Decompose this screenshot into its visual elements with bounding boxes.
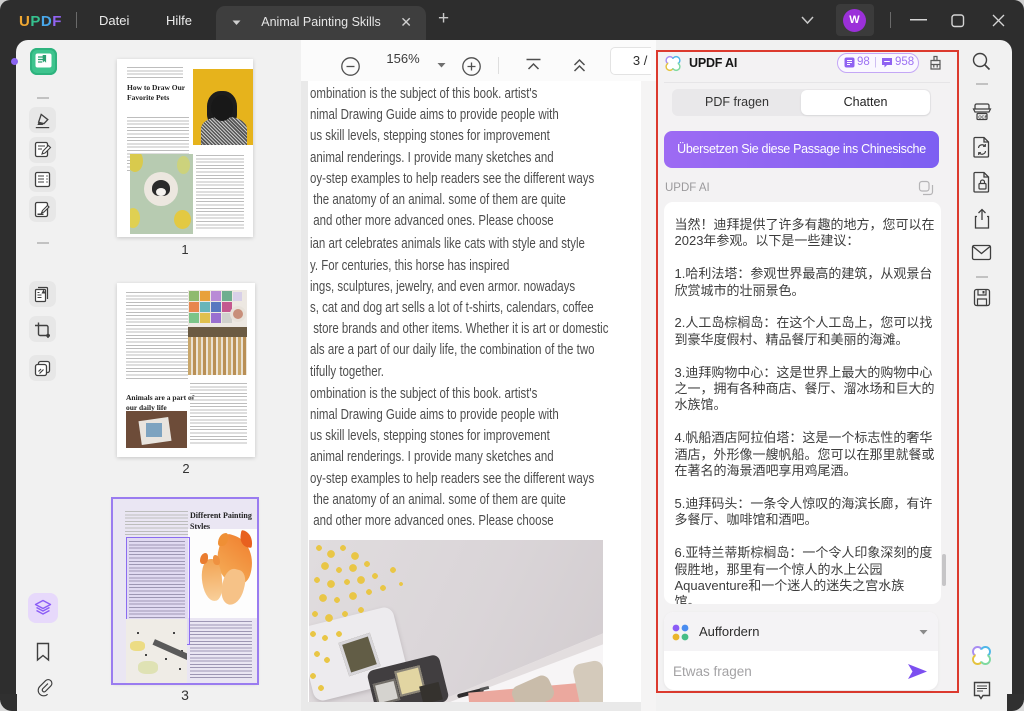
svg-text:OCR: OCR xyxy=(978,114,988,119)
